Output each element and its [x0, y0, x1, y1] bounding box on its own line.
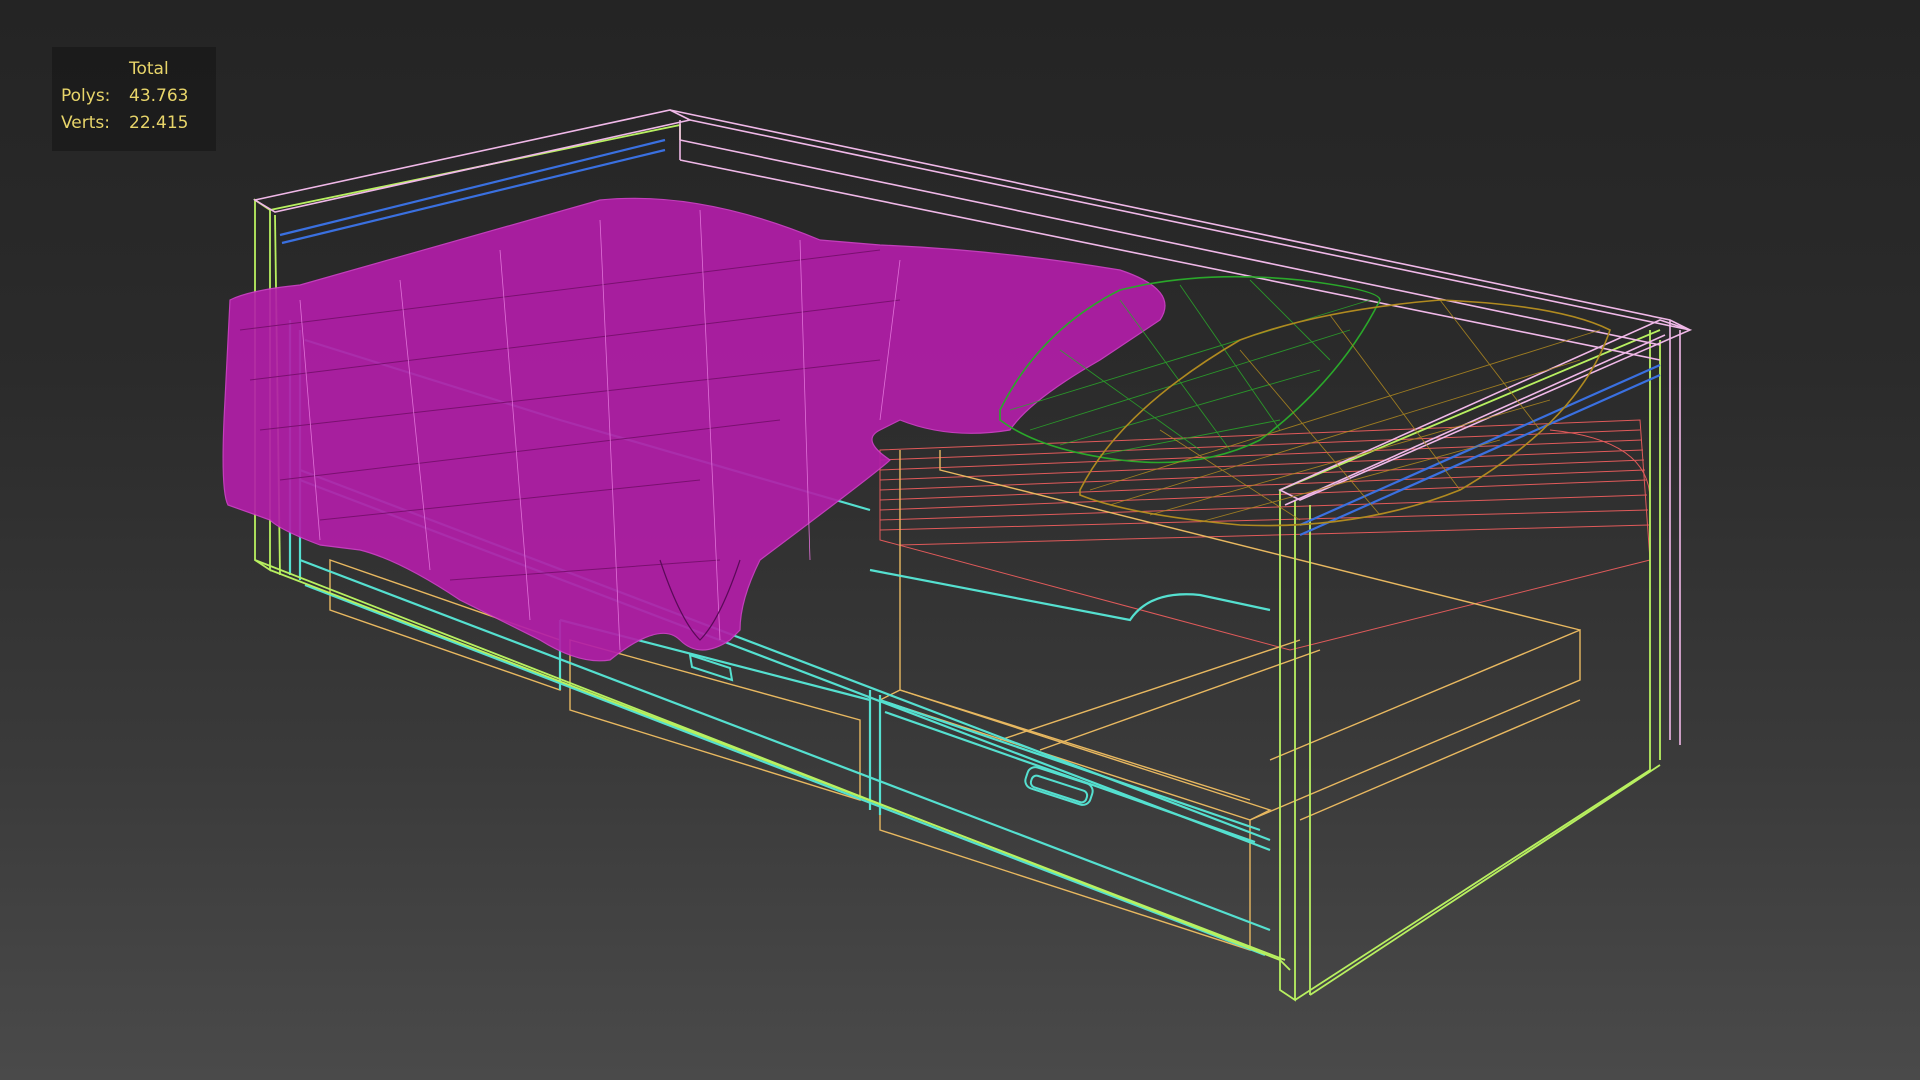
polys-label: Polys:	[61, 86, 111, 106]
stats-header: Total	[129, 59, 169, 79]
polys-value: 43.763	[129, 86, 189, 106]
mattress-wireframe	[879, 419, 1651, 651]
3d-viewport[interactable]: Total Polys: 43.763 Verts: 22.415	[0, 0, 1920, 1080]
verts-label: Verts:	[61, 113, 111, 133]
verts-value: 22.415	[129, 113, 189, 133]
bed-wireframe-model[interactable]	[0, 0, 1920, 1080]
blanket-mesh	[222, 197, 1166, 662]
viewport-statistics: Total Polys: 43.763 Verts: 22.415	[52, 47, 216, 151]
